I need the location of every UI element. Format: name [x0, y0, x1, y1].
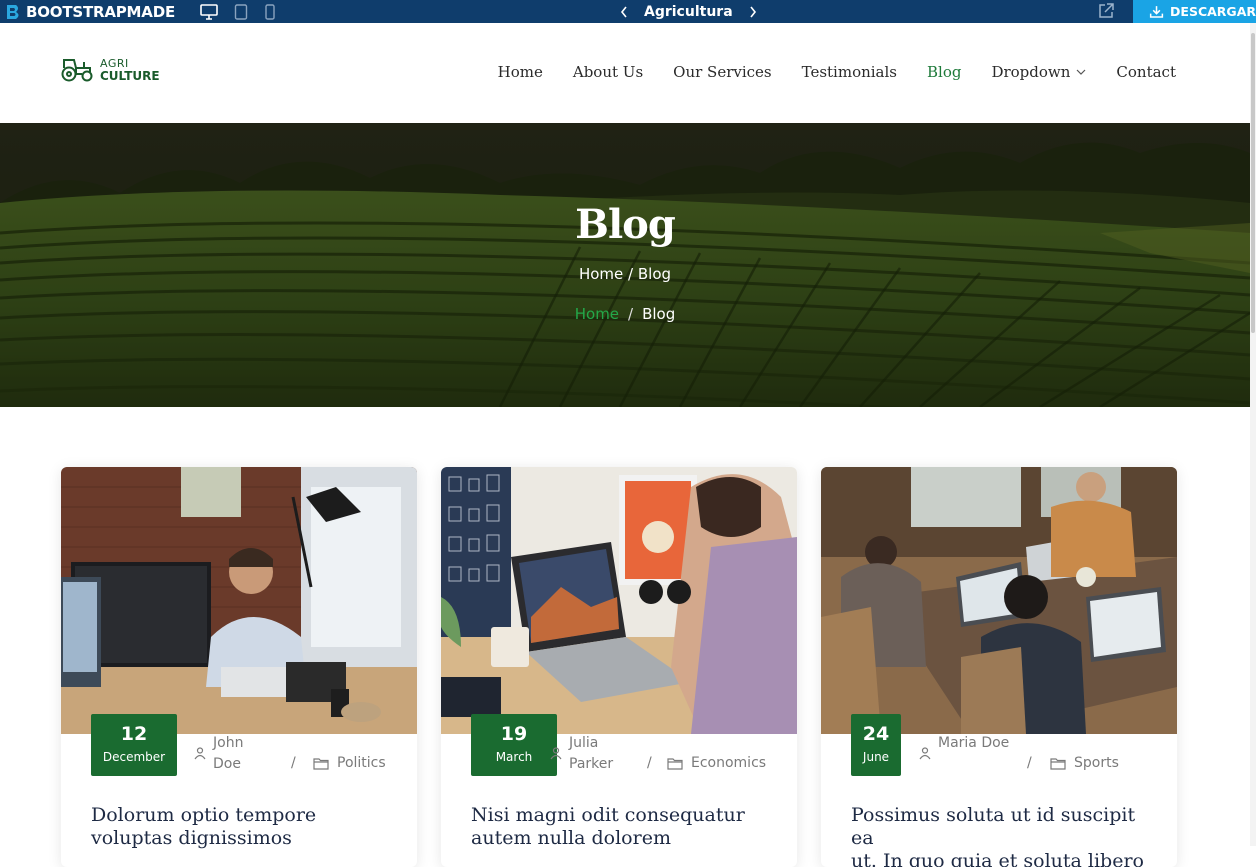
- post-author[interactable]: Julia Parker: [549, 733, 613, 775]
- post-title-line: autem nulla dolorem: [471, 827, 671, 849]
- category-label: Politics: [337, 755, 386, 771]
- post-category[interactable]: Economics: [667, 755, 766, 771]
- category-label: Economics: [691, 755, 767, 771]
- folder-icon: [1050, 757, 1066, 770]
- post-author[interactable]: Maria Doe: [918, 733, 1009, 760]
- folder-icon: [667, 757, 683, 770]
- breadcrumb-separator: /: [628, 305, 634, 323]
- user-icon: [550, 747, 562, 760]
- download-icon: [1149, 5, 1164, 18]
- blog-post-card[interactable]: 12 December John Doe / Politics Dolorum …: [61, 467, 417, 867]
- meta-separator: /: [647, 755, 652, 771]
- post-date-badge: 19 March: [471, 714, 557, 776]
- nav-contact[interactable]: Contact: [1116, 63, 1176, 81]
- bootstrapmade-logo[interactable]: BOOTSTRAPMADE: [4, 0, 175, 23]
- office-photo: [61, 467, 417, 734]
- post-image[interactable]: [61, 467, 417, 734]
- user-icon: [919, 747, 931, 760]
- post-title-line: ut. In quo quia et soluta libero: [851, 850, 1144, 867]
- post-title-line: voluptas dignissimos: [91, 827, 292, 849]
- bootstrapmade-topbar: BOOTSTRAPMADE Agricultura DESCARGAR: [0, 0, 1256, 23]
- post-title[interactable]: Possimus soluta ut id suscipit ea ut. In…: [851, 804, 1151, 867]
- author-last-name: Maria Doe: [938, 735, 1010, 751]
- post-title-line: Possimus soluta ut id suscipit ea: [851, 804, 1136, 849]
- mobile-icon[interactable]: [264, 3, 276, 20]
- template-navigator: Agricultura: [618, 0, 759, 23]
- tablet-icon[interactable]: [234, 3, 248, 20]
- post-day: 12: [120, 723, 148, 745]
- page-scrollbar[interactable]: [1250, 23, 1256, 846]
- external-link-icon[interactable]: [1097, 2, 1115, 20]
- post-day: 24: [862, 723, 890, 745]
- page-title: Blog: [575, 201, 676, 248]
- category-label: Sports: [1074, 755, 1119, 771]
- breadcrumb-current: Blog: [642, 305, 676, 323]
- post-title-line: Dolorum optio tempore: [91, 804, 317, 826]
- site-logo[interactable]: AGRI CULTURE: [60, 57, 160, 83]
- author-first-name: Julia: [569, 735, 599, 751]
- post-image[interactable]: [821, 467, 1177, 734]
- post-author[interactable]: John Doe: [193, 733, 243, 775]
- nav-testimonials[interactable]: Testimonials: [802, 63, 897, 81]
- prev-template-icon[interactable]: [618, 4, 630, 20]
- device-switcher: [200, 0, 276, 23]
- author-last-name: Parker: [569, 756, 614, 772]
- nav-home[interactable]: Home: [498, 63, 543, 81]
- template-name: Agricultura: [644, 3, 733, 20]
- laptop-photo: [441, 467, 797, 734]
- nav-dropdown[interactable]: Dropdown: [991, 63, 1086, 81]
- desktop-icon[interactable]: [200, 3, 218, 20]
- tractor-icon: [61, 59, 93, 82]
- meta-separator: /: [291, 755, 296, 771]
- team-meeting-photo: [821, 467, 1177, 734]
- blog-post-card[interactable]: 19 March Julia Parker / Economics Nisi m…: [441, 467, 797, 867]
- folder-icon: [313, 757, 329, 770]
- post-title[interactable]: Dolorum optio tempore voluptas dignissim…: [91, 804, 391, 850]
- author-first-name: John: [213, 735, 244, 751]
- chevron-down-icon: [1076, 69, 1086, 75]
- site-header: AGRI CULTURE Home About Us Our Services …: [0, 23, 1250, 123]
- next-template-icon[interactable]: [747, 4, 759, 20]
- post-image[interactable]: [441, 467, 797, 734]
- post-date-badge: 12 December: [91, 714, 177, 776]
- hero-subtitle: Home / Blog: [578, 265, 672, 283]
- nav-our-services[interactable]: Our Services: [673, 63, 771, 81]
- post-month: December: [102, 750, 166, 764]
- bootstrapmade-brand-text: BOOTSTRAPMADE: [26, 2, 175, 21]
- download-label: DESCARGAR: [1170, 4, 1256, 19]
- nav-blog[interactable]: Blog: [927, 63, 961, 81]
- scrollbar-thumb[interactable]: [1251, 33, 1255, 333]
- post-category[interactable]: Politics: [313, 755, 386, 771]
- bootstrapmade-logo-icon: [7, 4, 19, 19]
- post-month: June: [862, 750, 890, 764]
- post-day: 19: [500, 723, 528, 745]
- post-category[interactable]: Sports: [1050, 755, 1119, 771]
- page-hero: Blog Home / Blog Home / Blog: [0, 123, 1250, 407]
- breadcrumb-home-link[interactable]: Home: [575, 305, 619, 323]
- blog-post-card[interactable]: 24 June Maria Doe / Sports Possimus solu…: [821, 467, 1177, 867]
- logo-text-bottom: CULTURE: [100, 69, 160, 83]
- nav-about-us[interactable]: About Us: [573, 63, 643, 81]
- post-month: March: [495, 750, 533, 764]
- post-date-badge: 24 June: [851, 714, 901, 776]
- author-last-name: Doe: [213, 756, 241, 772]
- nav-dropdown-label: Dropdown: [991, 63, 1071, 81]
- download-button[interactable]: DESCARGAR: [1133, 0, 1256, 23]
- meta-separator: /: [1027, 755, 1032, 771]
- user-icon: [194, 747, 206, 760]
- post-title-line: Nisi magni odit consequatur: [471, 804, 745, 826]
- breadcrumb: Home / Blog: [0, 305, 1250, 323]
- post-title[interactable]: Nisi magni odit consequatur autem nulla …: [471, 804, 771, 850]
- main-nav: Home About Us Our Services Testimonials …: [498, 63, 1176, 81]
